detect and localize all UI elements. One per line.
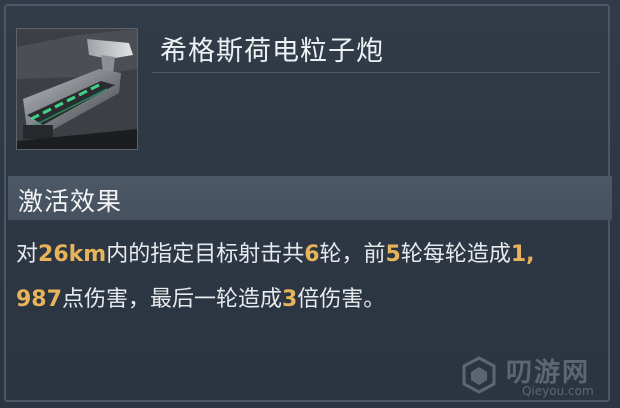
highlight-value: 987 — [16, 287, 62, 312]
item-tooltip-panel: 希格斯荷电粒子炮 激活效果 对26km内的指定目标射击共6轮，前5轮每轮造成1,… — [0, 0, 620, 408]
watermark-site: Qieyou.com — [522, 384, 594, 398]
effect-description-line-1: 对26km内的指定目标射击共6轮，前5轮每轮造成1, — [16, 232, 612, 277]
particle-cannon-icon — [16, 28, 138, 150]
activation-effect-header: 激活效果 — [8, 176, 612, 220]
highlight-value: 1, — [510, 242, 535, 267]
highlight-value: 26km — [38, 242, 107, 267]
item-name: 希格斯荷电粒子炮 — [160, 36, 384, 67]
particle-cannon-artwork — [17, 29, 137, 149]
effect-description-line-2: 987点伤害，最后一轮造成3倍伤害。 — [16, 277, 612, 322]
description-text: 轮每轮造成 — [400, 242, 511, 267]
description-text: 轮，前 — [319, 242, 386, 267]
watermark-logo-icon — [462, 356, 496, 394]
highlight-value: 3 — [281, 287, 298, 312]
description-text: 倍伤害。 — [297, 287, 386, 312]
section-title: 激活效果 — [18, 187, 123, 216]
highlight-value: 6 — [304, 242, 320, 267]
site-watermark: 叨游网 Qieyou.com — [460, 350, 610, 400]
description-text: 点伤害，最后一轮造成 — [61, 287, 282, 312]
description-text: 对 — [16, 242, 39, 267]
highlight-value: 5 — [385, 242, 401, 267]
description-text: 内的指定目标射击共 — [106, 242, 305, 267]
name-divider — [152, 72, 600, 73]
effect-description: 对26km内的指定目标射击共6轮，前5轮每轮造成1, 987点伤害，最后一轮造成… — [16, 232, 612, 322]
